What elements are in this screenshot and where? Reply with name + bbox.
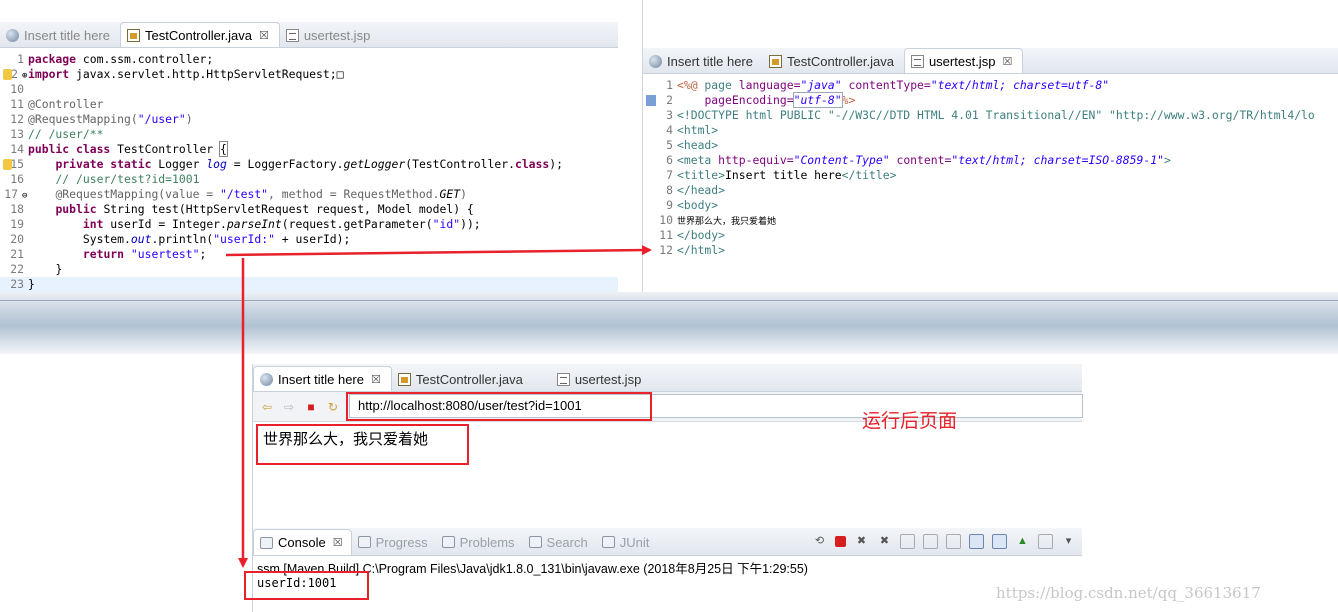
progress-icon: [357, 536, 371, 548]
tab-testcontroller-java[interactable]: TestController.java: [392, 367, 533, 391]
tab-search[interactable]: Search: [523, 529, 596, 555]
display-console-icon[interactable]: [1038, 534, 1053, 549]
problems-icon: [441, 536, 455, 548]
watermark-text: https://blog.csdn.net/qq_36613617: [996, 584, 1261, 602]
code-line: 12 </html>: [659, 243, 726, 257]
console-panel: Console ☒ Progress Problems Search JUnit …: [252, 528, 1082, 612]
code-line: 13// /user/**: [10, 127, 104, 141]
tab-insert-title[interactable]: Insert title here: [0, 23, 120, 47]
clear-console-icon[interactable]: [900, 534, 915, 549]
jsp-file-icon: [556, 372, 570, 386]
tab-insert-title[interactable]: Insert title here: [643, 49, 763, 73]
code-line: 2 pageEncoding="utf-8"%>: [643, 92, 1338, 108]
code-line: 23}: [0, 277, 618, 292]
code-line: 12 @RequestMapping("/user"): [10, 112, 193, 126]
tab-problems[interactable]: Problems: [436, 529, 523, 555]
globe-icon: [260, 372, 273, 386]
globe-icon: [649, 54, 662, 68]
code-line: 4 <html>: [666, 123, 719, 137]
junit-icon: [601, 536, 615, 548]
java-file-icon: [397, 372, 411, 386]
close-icon[interactable]: ☒: [371, 373, 381, 386]
cropped-separator-band: [0, 292, 1338, 354]
code-line: 16 // /user/test?id=1001: [10, 172, 200, 186]
code-line: 17 ⊖ @RequestMapping(value = "/test", met…: [0, 187, 618, 202]
code-line: 19 int userId = Integer.parseInt(request…: [10, 217, 481, 231]
code-line: 15 private static Logger log = LoggerFac…: [0, 157, 618, 172]
code-line: 3 <!DOCTYPE html PUBLIC "-//W3C//DTD HTML…: [666, 108, 1315, 122]
tab-usertest-jsp[interactable]: usertest.jsp: [551, 367, 651, 391]
code-line: 6 <meta http-equiv="Content-Type" content…: [666, 153, 1171, 167]
search-icon: [528, 536, 542, 548]
terminate-icon[interactable]: [835, 536, 846, 547]
code-line: 7 <title>Insert title here</title>: [666, 168, 897, 182]
close-icon[interactable]: ☒: [259, 29, 269, 42]
jsp-code-area[interactable]: 1 <%@ page language="java" contentType="t…: [643, 78, 1338, 258]
annotation-label: 运行后页面: [862, 410, 958, 432]
code-line: 10 世界那么大，我只爱着她: [659, 213, 777, 227]
globe-icon: [6, 28, 19, 42]
code-line: 18 public String test(HttpServletRequest…: [10, 202, 474, 216]
show-on-error-icon[interactable]: [992, 534, 1007, 549]
scroll-lock-icon[interactable]: [923, 534, 938, 549]
stop-icon[interactable]: ■: [303, 399, 319, 415]
page-text-highlight-box: [256, 424, 469, 465]
chevron-down-icon[interactable]: ▾: [1061, 534, 1076, 549]
code-line: 8 </head>: [666, 183, 726, 197]
code-line: 14 public class TestController {: [10, 141, 228, 157]
forward-icon[interactable]: ⇨: [281, 399, 297, 415]
code-line: 21 return "usertest";: [10, 247, 207, 261]
tab-usertest-jsp[interactable]: usertest.jsp ☒: [903, 48, 1024, 73]
code-line: 9 <body>: [666, 198, 719, 212]
left-editor-tabbar: Insert title here TestController.java ☒ u…: [0, 22, 618, 48]
close-icon[interactable]: ☒: [333, 536, 343, 549]
tab-junit[interactable]: JUnit: [596, 529, 658, 555]
code-line: 1 <%@ page language="java" contentType="t…: [666, 78, 1110, 92]
tab-testcontroller-java[interactable]: TestController.java: [763, 49, 904, 73]
remove-all-icon[interactable]: ✖: [877, 534, 892, 549]
code-line: 22 }: [10, 262, 63, 276]
pin-console-icon[interactable]: ▲: [1015, 534, 1030, 549]
refresh-icon[interactable]: ↻: [325, 399, 341, 415]
code-line: 11 @Controller: [10, 97, 104, 111]
right-editor-panel: Insert title here TestController.java us…: [643, 48, 1338, 292]
java-code-area[interactable]: 1 package com.ssm.controller; 2 ⊕import ja…: [0, 52, 618, 292]
warning-icon: [3, 69, 12, 80]
tab-insert-title[interactable]: Insert title here ☒: [253, 366, 392, 391]
java-file-icon: [127, 28, 140, 42]
bookmark-icon: [646, 95, 656, 106]
word-wrap-icon[interactable]: [946, 534, 961, 549]
tab-console[interactable]: Console ☒: [253, 529, 352, 555]
back-icon[interactable]: ⇦: [259, 399, 275, 415]
code-line: 5 <head>: [666, 138, 719, 152]
code-line: 11 </body>: [659, 228, 726, 242]
java-file-icon: [769, 54, 782, 68]
left-editor-panel: Insert title here TestController.java ☒ u…: [0, 22, 618, 292]
code-line: 20 System.out.println("userId:" + userId…: [10, 232, 351, 246]
code-line: 2 ⊕import javax.servlet.http.HttpServletR…: [0, 67, 618, 82]
code-line: 1 package com.ssm.controller;: [17, 52, 214, 66]
reconnect-icon[interactable]: ⟲: [812, 534, 827, 549]
remove-launch-icon[interactable]: ✖: [854, 534, 869, 549]
folded-imports-icon[interactable]: □: [337, 67, 344, 81]
tab-testcontroller-java[interactable]: TestController.java ☒: [120, 22, 280, 47]
right-editor-tabbar: Insert title here TestController.java us…: [643, 48, 1338, 74]
code-line: 10: [10, 82, 24, 96]
browser-tabbar: Insert title here ☒ TestController.java u…: [253, 364, 1082, 392]
tab-usertest-jsp[interactable]: usertest.jsp: [280, 23, 380, 47]
url-highlight-box: [346, 392, 652, 421]
console-output-highlight-box: [244, 571, 369, 600]
show-on-output-icon[interactable]: [969, 534, 984, 549]
jsp-file-icon: [285, 28, 299, 42]
jsp-file-icon: [910, 54, 924, 68]
console-tabbar: Console ☒ Progress Problems Search JUnit …: [253, 528, 1082, 556]
close-icon[interactable]: ☒: [1002, 55, 1012, 68]
console-icon: [260, 536, 273, 549]
console-toolbar: ⟲ ✖ ✖ ▲ ▾: [804, 534, 1076, 549]
warning-icon: [3, 159, 12, 170]
tab-progress[interactable]: Progress: [352, 529, 436, 555]
